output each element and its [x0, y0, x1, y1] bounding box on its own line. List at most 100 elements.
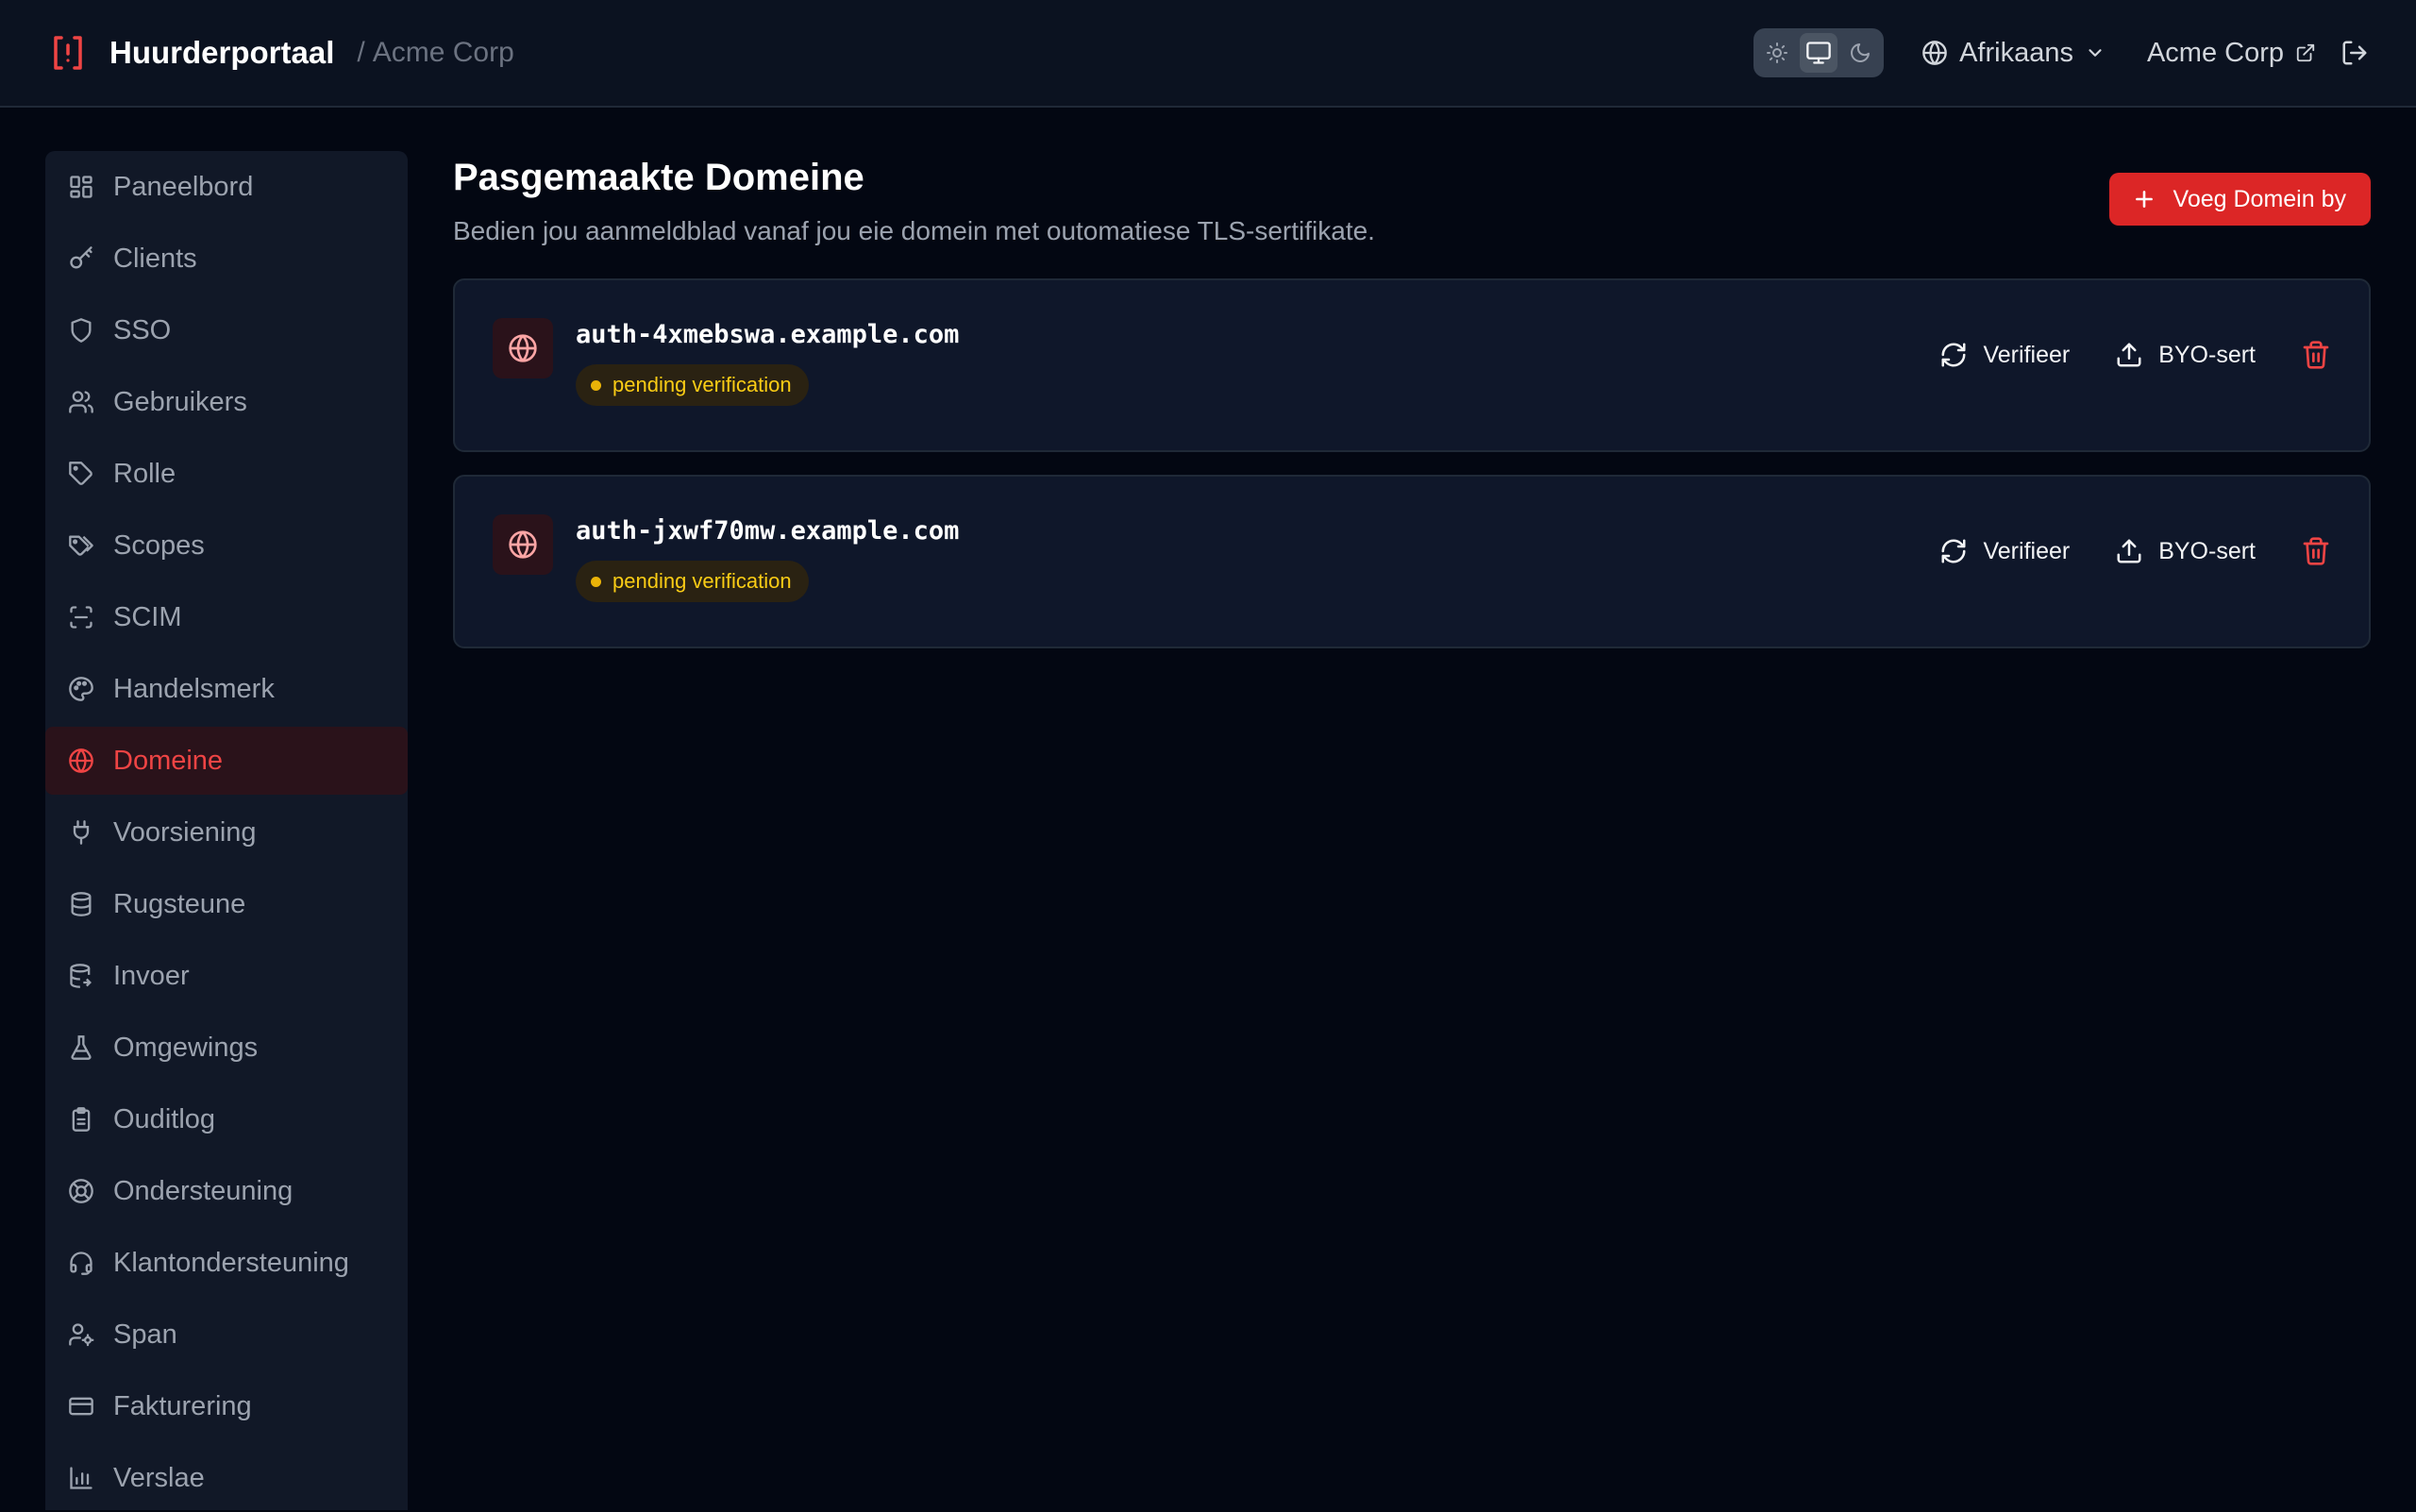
- sidebar-item-label: Rugsteune: [113, 888, 246, 919]
- globe-icon: [493, 318, 553, 378]
- sidebar-item-gebruikers[interactable]: Gebruikers: [45, 368, 408, 436]
- page-title: Pasgemaakte Domeine: [453, 157, 864, 198]
- theme-switcher: [1753, 28, 1885, 77]
- sidebar-item-paneelbord[interactable]: Paneelbord: [45, 153, 408, 221]
- sidebar-item-label: Domeine: [113, 745, 224, 776]
- sidebar-item-ouditlog[interactable]: Ouditlog: [45, 1085, 408, 1153]
- verify-button[interactable]: Verifieer: [1939, 537, 2070, 565]
- upload-icon: [2117, 539, 2141, 563]
- sidebar-item-rolle[interactable]: Rolle: [45, 440, 408, 508]
- sidebar-item-label: Voorsiening: [113, 816, 257, 848]
- sidebar-item-rugsteune[interactable]: Rugsteune: [45, 870, 408, 938]
- sidebar-item-domeine[interactable]: Domeine: [45, 727, 408, 795]
- sidebar-item-ondersteuning[interactable]: Ondersteuning: [45, 1157, 408, 1225]
- light-theme-button[interactable]: [1758, 33, 1796, 73]
- credit-card-icon: [66, 1391, 96, 1421]
- logout-icon: [2342, 41, 2367, 65]
- sidebar-item-verslae[interactable]: Verslae: [45, 1444, 408, 1512]
- domain-name: auth-4xmebswa.example.com: [576, 320, 960, 349]
- dark-theme-button[interactable]: [1841, 33, 1879, 73]
- byo-cert-button[interactable]: BYO-sert: [2115, 341, 2256, 369]
- sidebar-item-label: Ouditlog: [113, 1103, 216, 1134]
- user-cog-icon: [66, 1319, 96, 1350]
- flask-icon: [66, 1033, 96, 1063]
- dashboard-icon: [66, 172, 96, 202]
- globe-icon: [1922, 41, 1947, 65]
- app-title[interactable]: Huurderportaal: [109, 35, 334, 71]
- breadcrumb-org: Acme Corp: [372, 37, 514, 68]
- upload-icon: [2117, 343, 2141, 367]
- sidebar: Paneelbord Clients SSO Gebruikers Rolle …: [45, 151, 408, 1510]
- globe-icon: [66, 746, 96, 776]
- sidebar-item-label: Handelsmerk: [113, 673, 275, 704]
- bar-chart-icon: [66, 1463, 96, 1493]
- trash-icon: [2303, 341, 2329, 369]
- lifebuoy-icon: [66, 1176, 96, 1206]
- sidebar-item-label: Ondersteuning: [113, 1175, 294, 1206]
- byo-cert-label: BYO-sert: [2158, 341, 2256, 368]
- domain-list: auth-4xmebswa.example.com pending verifi…: [453, 278, 2371, 648]
- sidebar-item-label: Paneelbord: [113, 171, 254, 202]
- key-icon: [66, 244, 96, 274]
- system-theme-button[interactable]: [1800, 33, 1838, 73]
- sidebar-item-label: Rolle: [113, 458, 176, 489]
- tags-icon: [66, 530, 96, 561]
- headset-icon: [66, 1248, 96, 1278]
- domain-name: auth-jxwf70mw.example.com: [576, 516, 960, 546]
- byo-cert-label: BYO-sert: [2158, 537, 2256, 564]
- logo-icon: [49, 34, 87, 72]
- sidebar-item-label: Klantondersteuning: [113, 1247, 349, 1278]
- byo-cert-button[interactable]: BYO-sert: [2115, 537, 2256, 565]
- language-label: Afrikaans: [1959, 37, 2073, 68]
- delete-domain-button[interactable]: [2301, 340, 2331, 370]
- sidebar-item-scopes[interactable]: Scopes: [45, 512, 408, 580]
- add-domain-button[interactable]: Voeg Domein by: [2108, 173, 2371, 226]
- domain-card: auth-jxwf70mw.example.com pending verifi…: [453, 475, 2371, 648]
- status-label: pending verification: [612, 373, 792, 396]
- moon-icon: [1851, 43, 1871, 62]
- org-link[interactable]: Acme Corp: [2147, 38, 2316, 69]
- sidebar-item-voorsiening[interactable]: Voorsiening: [45, 798, 408, 866]
- language-selector[interactable]: Afrikaans: [1921, 38, 2106, 69]
- sidebar-item-label: Gebruikers: [113, 386, 247, 417]
- sidebar-item-label: Verslae: [113, 1462, 205, 1493]
- status-badge: pending verification: [576, 561, 809, 602]
- chevron-down-icon: [2089, 49, 2102, 57]
- sidebar-item-fakturering[interactable]: Fakturering: [45, 1372, 408, 1440]
- domain-card: auth-4xmebswa.example.com pending verifi…: [453, 278, 2371, 452]
- delete-domain-button[interactable]: [2301, 536, 2331, 566]
- sidebar-item-span[interactable]: Span: [45, 1301, 408, 1369]
- plus-icon: [2135, 191, 2153, 208]
- users-icon: [66, 387, 96, 417]
- main-content: Pasgemaakte Domeine Bedien jou aanmeldbl…: [453, 151, 2371, 671]
- palette-icon: [66, 674, 96, 704]
- sidebar-item-clients[interactable]: Clients: [45, 225, 408, 293]
- sun-icon: [1767, 42, 1788, 63]
- tag-icon: [66, 459, 96, 489]
- sidebar-item-label: Invoer: [113, 960, 190, 991]
- globe-icon: [493, 514, 553, 575]
- sidebar-item-klantondersteuning[interactable]: Klantondersteuning: [45, 1229, 408, 1297]
- sidebar-item-scim[interactable]: SCIM: [45, 583, 408, 651]
- verify-button[interactable]: Verifieer: [1939, 341, 2070, 369]
- sidebar-item-label: Fakturering: [113, 1390, 252, 1421]
- sidebar-item-omgewings[interactable]: Omgewings: [45, 1014, 408, 1082]
- verify-label: Verifieer: [1983, 341, 2071, 368]
- sidebar-item-label: Span: [113, 1319, 177, 1350]
- sidebar-item-label: Clients: [113, 243, 197, 274]
- sidebar-item-invoer[interactable]: Invoer: [45, 942, 408, 1010]
- sidebar-item-label: SCIM: [113, 601, 182, 632]
- breadcrumb-separator: /: [357, 37, 365, 68]
- status-label: pending verification: [612, 569, 792, 593]
- sidebar-item-sso[interactable]: SSO: [45, 296, 408, 364]
- sidebar-item-handelsmerk[interactable]: Handelsmerk: [45, 655, 408, 723]
- database-icon: [66, 889, 96, 919]
- verify-label: Verifieer: [1983, 537, 2071, 564]
- logout-button[interactable]: [2340, 39, 2369, 67]
- refresh-icon: [1941, 539, 1966, 563]
- shield-icon: [66, 315, 96, 345]
- status-dot: [591, 379, 601, 391]
- page-subtitle: Bedien jou aanmeldblad vanaf jou eie dom…: [453, 216, 1375, 245]
- status-dot: [591, 576, 601, 587]
- plug-icon: [66, 817, 96, 848]
